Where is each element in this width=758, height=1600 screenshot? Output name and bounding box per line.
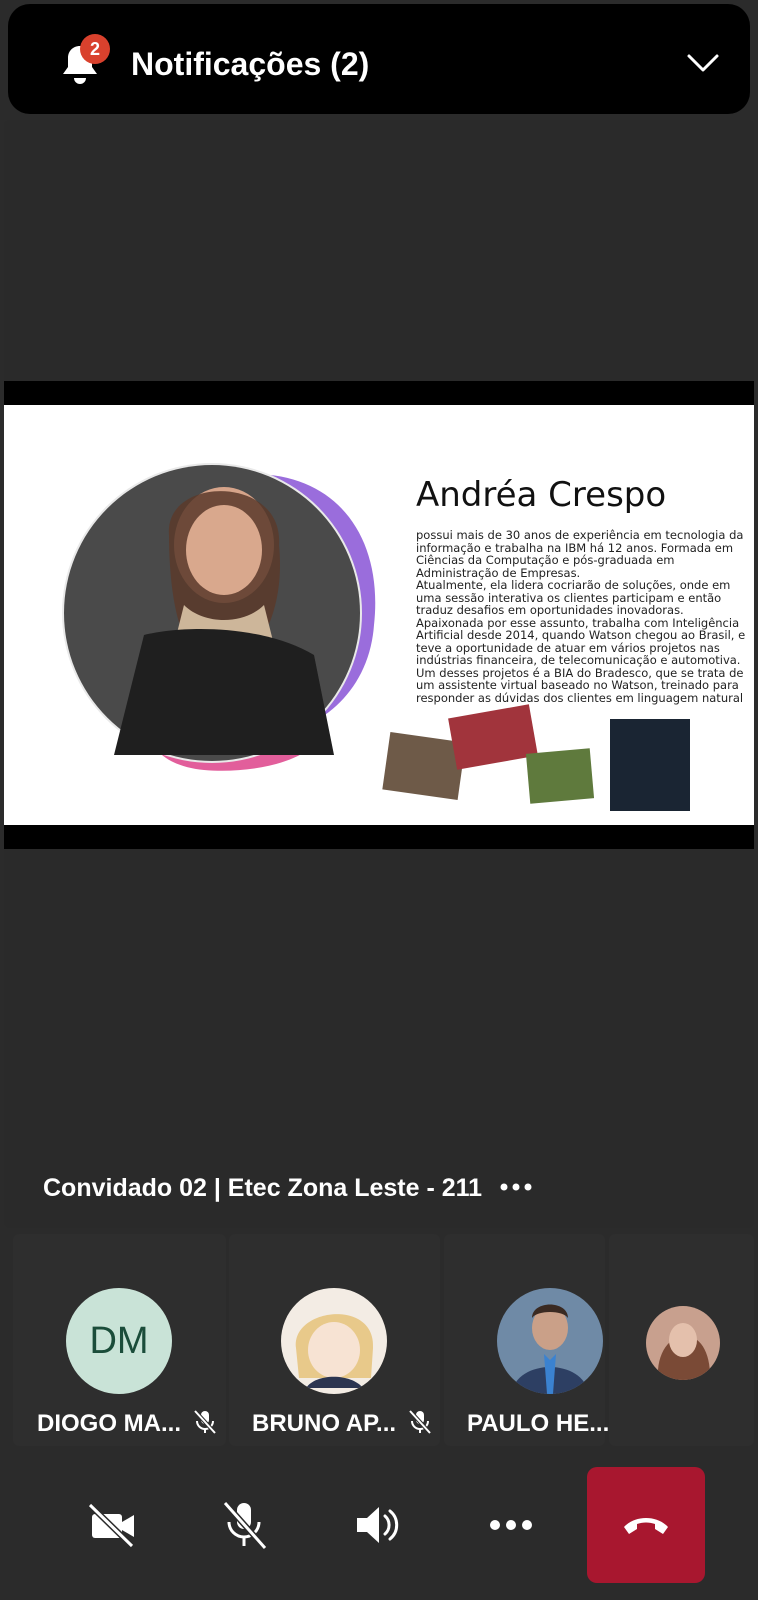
avatar	[281, 1288, 387, 1394]
speaker-button[interactable]	[348, 1495, 408, 1555]
bio-paragraph: Atualmente, ela lidera cocriarão de solu…	[416, 578, 731, 617]
bio-paragraph: possui mais de 30 anos de experiência em…	[416, 528, 744, 580]
slide-photo	[525, 748, 595, 804]
more-options-button[interactable]	[481, 1495, 541, 1555]
mic-off-icon	[222, 1501, 268, 1550]
shared-slide: Andréa Crespo possui mais de 30 anos de …	[4, 405, 754, 825]
slide-speaker-name: Andréa Crespo	[416, 475, 667, 515]
slide-speaker-bio: possui mais de 30 anos de experiência em…	[416, 529, 746, 704]
notifications-title: Notificações (2)	[131, 46, 370, 82]
camera-toggle-button[interactable]	[82, 1495, 142, 1555]
more-horizontal-icon	[490, 1520, 532, 1530]
notification-bar[interactable]: 2 Notificações (2)	[8, 4, 750, 114]
camera-off-icon	[87, 1502, 135, 1548]
presenter-name-label: Convidado 02 | Etec Zona Leste - 211	[43, 1174, 483, 1202]
more-horizontal-icon[interactable]	[498, 1175, 534, 1199]
decorative-blobs	[62, 463, 376, 771]
speaker-icon	[357, 1507, 399, 1543]
mic-toggle-button[interactable]	[214, 1495, 274, 1555]
chevron-down-icon[interactable]	[685, 50, 721, 78]
avatar: DM	[66, 1288, 172, 1394]
participant-name: BRUNO AP...	[252, 1410, 397, 1437]
phone-hangup-icon	[624, 1518, 668, 1534]
participant-name: PAULO HE...	[467, 1410, 610, 1437]
bio-paragraph: Apaixonada por esse assunto, trabalha co…	[416, 615, 746, 705]
avatar	[646, 1306, 720, 1380]
notification-count-badge: 2	[80, 34, 110, 64]
slide-photo	[448, 704, 538, 770]
mic-off-icon	[408, 1409, 432, 1435]
participant-name: DIOGO MA...	[37, 1410, 181, 1437]
hang-up-button[interactable]	[587, 1467, 705, 1583]
avatar	[497, 1288, 603, 1394]
slide-photo	[610, 719, 690, 811]
mic-off-icon	[193, 1409, 217, 1435]
